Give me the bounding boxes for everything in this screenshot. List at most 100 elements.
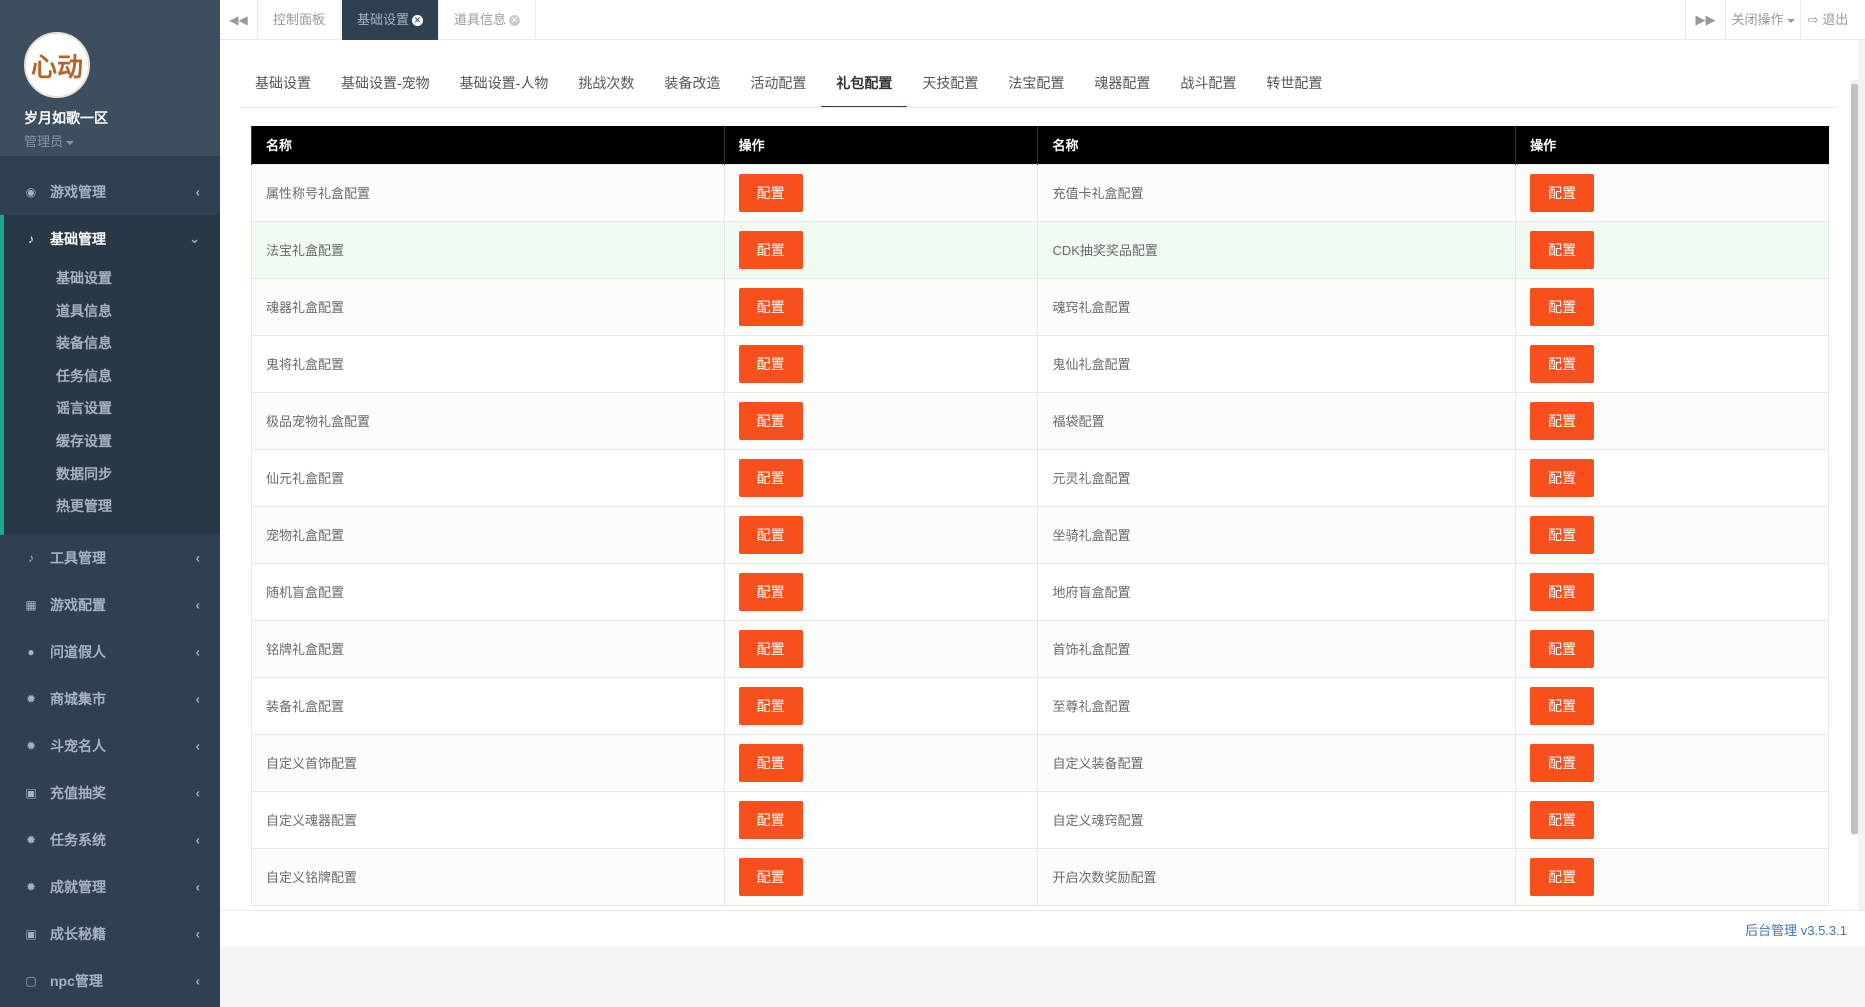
config-button[interactable]: 配置 <box>738 230 803 269</box>
submenu-item-basic-settings[interactable]: 基础设置 <box>4 262 220 295</box>
tab-treasure-config[interactable]: 法宝配置 <box>993 70 1079 108</box>
config-button[interactable]: 配置 <box>738 515 803 554</box>
submenu-item-task-info[interactable]: 任务信息 <box>4 360 220 393</box>
avatar[interactable]: 心动 <box>24 32 90 98</box>
config-button[interactable]: 配置 <box>1530 572 1595 611</box>
tab-sky-skill-config[interactable]: 天技配置 <box>907 70 993 108</box>
config-button[interactable]: 配置 <box>1530 173 1595 212</box>
table-row: 法宝礼盒配置 配置 CDK抽奖奖品配置 配置 <box>251 220 1829 279</box>
action-cell: 配置 <box>723 391 1039 450</box>
config-button[interactable]: 配置 <box>738 629 803 668</box>
config-button[interactable]: 配置 <box>1530 743 1595 782</box>
sidebar: 心动 岁月如歌一区 管理员 ◉ 游戏管理 ‹ ♪ 基础管理 ⌄ 基础设置 道具信… <box>0 0 220 1007</box>
table-body: 属性称号礼盒配置 配置 充值卡礼盒配置 配置 法宝礼盒配置 配置 CDK抽奖奖品配置 配置 魂器… <box>251 163 1829 906</box>
nav-item-fake-players[interactable]: ● 问道假人 ‹ <box>0 629 220 676</box>
logout-button[interactable]: ⇨ 退出 <box>1800 0 1855 40</box>
submenu-item-hotfix-manage[interactable]: 热更管理 <box>4 490 220 523</box>
tab-equip-reform[interactable]: 装备改造 <box>649 70 735 108</box>
column-header-name: 名称 <box>1037 126 1516 164</box>
chevron-left-icon: ‹ <box>195 550 200 566</box>
table-row: 宠物礼盒配置 配置 坐骑礼盒配置 配置 <box>251 505 1829 564</box>
tab-soul-artifact-config[interactable]: 魂器配置 <box>1079 70 1165 108</box>
config-name-cell: 坐骑礼盒配置 <box>1037 505 1517 564</box>
config-button[interactable]: 配置 <box>1530 344 1595 383</box>
config-button[interactable]: 配置 <box>1530 458 1595 497</box>
submenu-item-rumor-settings[interactable]: 谣言设置 <box>4 392 220 425</box>
config-name-cell: 魂器礼盒配置 <box>251 277 725 336</box>
nav-item-tool-manage[interactable]: ♪ 工具管理 ‹ <box>0 535 220 582</box>
action-cell: 配置 <box>1515 391 1829 450</box>
config-name-cell: 充值卡礼盒配置 <box>1037 163 1517 222</box>
submenu-item-cache-settings[interactable]: 缓存设置 <box>4 425 220 458</box>
config-button[interactable]: 配置 <box>738 287 803 326</box>
scroll-tabs-left-button[interactable]: ◀◀ <box>220 0 258 40</box>
nav-item-recharge-lottery[interactable]: ▣ 充值抽奖 ‹ <box>0 770 220 817</box>
table-row: 自定义魂器配置 配置 自定义魂窍配置 配置 <box>251 790 1829 849</box>
config-button[interactable]: 配置 <box>738 800 803 839</box>
config-name-cell: CDK抽奖奖品配置 <box>1037 220 1517 279</box>
nav-item-growth-guide[interactable]: ▣ 成长秘籍 ‹ <box>0 911 220 958</box>
config-name-cell: 属性称号礼盒配置 <box>251 163 725 222</box>
double-chevron-right-icon: ▶▶ <box>1695 12 1716 27</box>
gear-icon: ✹ <box>25 833 37 848</box>
config-button[interactable]: 配置 <box>738 857 803 896</box>
action-cell: 配置 <box>1515 220 1829 279</box>
profile-role-dropdown[interactable]: 管理员 <box>24 131 220 150</box>
config-button[interactable]: 配置 <box>1530 287 1595 326</box>
nav-item-basic-manage[interactable]: ♪ 基础管理 ⌄ <box>4 215 220 262</box>
tab-basic[interactable]: 基础设置 <box>240 70 326 108</box>
nav-group-basic-manage: ♪ 基础管理 ⌄ 基础设置 道具信息 装备信息 任务信息 谣言设置 缓存设置 数… <box>0 215 220 535</box>
config-name-cell: 元灵礼盒配置 <box>1037 448 1517 507</box>
nav-item-task-system[interactable]: ✹ 任务系统 ‹ <box>0 817 220 864</box>
tab-dashboard[interactable]: 控制面板 <box>258 0 342 40</box>
config-button[interactable]: 配置 <box>1530 857 1595 896</box>
nav-item-game-config[interactable]: ▦ 游戏配置 ‹ <box>0 582 220 629</box>
nav-item-achievement-manage[interactable]: ✹ 成就管理 ‹ <box>0 864 220 911</box>
config-button[interactable]: 配置 <box>1530 515 1595 554</box>
nav-item-pet-celebrity[interactable]: ✹ 斗宠名人 ‹ <box>0 723 220 770</box>
config-button[interactable]: 配置 <box>738 743 803 782</box>
scrollbar-thumb[interactable] <box>1851 84 1858 834</box>
config-name-cell: 装备礼盒配置 <box>251 676 725 735</box>
config-button[interactable]: 配置 <box>738 344 803 383</box>
tab-item-info[interactable]: 道具信息 ✕ <box>439 0 537 40</box>
config-button[interactable]: 配置 <box>1530 401 1595 440</box>
submenu-item-equip-info[interactable]: 装备信息 <box>4 327 220 360</box>
nav-item-mall-market[interactable]: ✹ 商城集市 ‹ <box>0 676 220 723</box>
config-name-cell: 仙元礼盒配置 <box>251 448 725 507</box>
config-button[interactable]: 配置 <box>1530 800 1595 839</box>
nav-item-game-manage[interactable]: ◉ 游戏管理 ‹ <box>0 168 220 215</box>
tab-reincarnation-config[interactable]: 转世配置 <box>1251 70 1337 108</box>
scroll-tabs-right-button[interactable]: ▶▶ <box>1685 0 1725 40</box>
tab-battle-config[interactable]: 战斗配置 <box>1165 70 1251 108</box>
tab-basic-character[interactable]: 基础设置-人物 <box>445 70 564 108</box>
main-content: 基础设置 基础设置-宠物 基础设置-人物 挑战次数 装备改造 活动配置 礼包配置… <box>220 40 1858 910</box>
submenu-item-data-sync[interactable]: 数据同步 <box>4 458 220 491</box>
nav-item-npc-manage[interactable]: ▢ npc管理 ‹ <box>0 958 220 1005</box>
close-tab-icon[interactable]: ✕ <box>509 15 521 27</box>
config-button[interactable]: 配置 <box>738 401 803 440</box>
tab-gift-pack-config[interactable]: 礼包配置 <box>821 70 908 108</box>
config-button[interactable]: 配置 <box>1530 230 1595 269</box>
config-button[interactable]: 配置 <box>738 686 803 725</box>
config-button[interactable]: 配置 <box>1530 629 1595 668</box>
tab-challenge-count[interactable]: 挑战次数 <box>563 70 649 108</box>
config-button[interactable]: 配置 <box>1530 686 1595 725</box>
config-button[interactable]: 配置 <box>738 458 803 497</box>
config-button[interactable]: 配置 <box>738 572 803 611</box>
config-name-cell: 宠物礼盒配置 <box>251 505 725 564</box>
submenu: 基础设置 道具信息 装备信息 任务信息 谣言设置 缓存设置 数据同步 热更管理 <box>4 262 220 535</box>
gear-icon: ✹ <box>25 739 37 754</box>
logout-icon: ⇨ <box>1807 12 1819 27</box>
config-name-cell: 魂窍礼盒配置 <box>1037 277 1517 336</box>
close-ops-dropdown[interactable]: 关闭操作 <box>1725 0 1800 40</box>
action-cell: 配置 <box>723 562 1039 621</box>
submenu-item-item-info[interactable]: 道具信息 <box>4 295 220 328</box>
tab-activity-config[interactable]: 活动配置 <box>735 70 821 108</box>
config-button[interactable]: 配置 <box>738 173 803 212</box>
tab-basic-settings[interactable]: 基础设置 ✕ <box>342 0 440 40</box>
chevron-left-icon: ‹ <box>195 832 200 848</box>
action-cell: 配置 <box>1515 847 1829 906</box>
tab-basic-pet[interactable]: 基础设置-宠物 <box>326 70 445 108</box>
close-tab-icon[interactable]: ✕ <box>412 15 424 27</box>
